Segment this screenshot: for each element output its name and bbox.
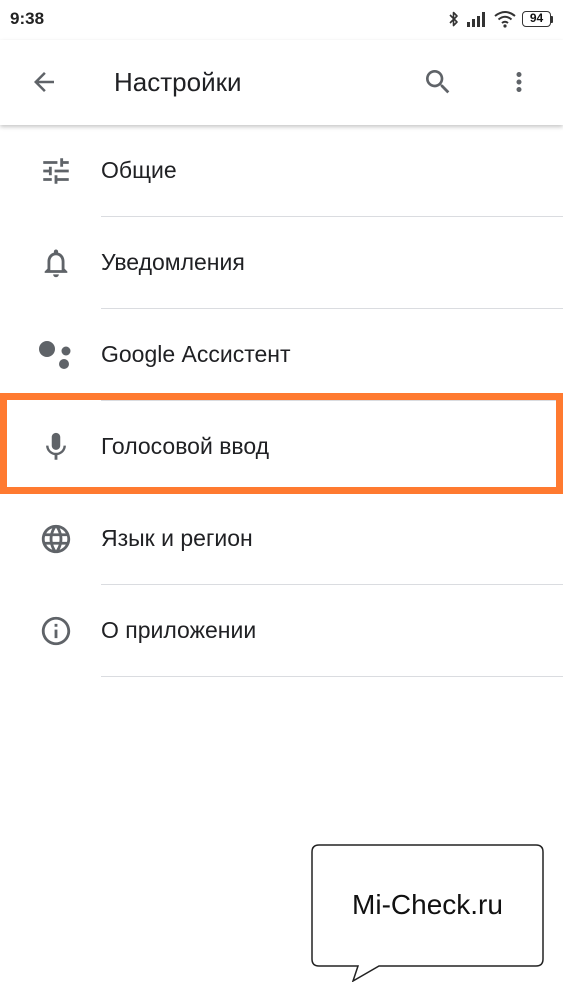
more-options-button[interactable] (495, 58, 543, 106)
more-vert-icon (516, 72, 522, 92)
settings-item-about[interactable]: О приложении (0, 585, 563, 677)
info-icon (36, 613, 76, 649)
tune-icon (36, 153, 76, 189)
page-title: Настройки (114, 67, 242, 97)
settings-item-label: О приложении (101, 617, 257, 643)
watermark-bubble: Mi-Check.ru (311, 844, 544, 982)
settings-item-google-assistant[interactable]: Google Ассистент (0, 309, 563, 401)
app-bar: Настройки (0, 40, 563, 125)
back-arrow-icon (34, 72, 54, 92)
settings-item-voice-input[interactable]: Голосовой ввод (0, 401, 563, 493)
settings-item-notifications[interactable]: Уведомления (0, 217, 563, 309)
settings-item-language-region[interactable]: Язык и регион (0, 493, 563, 585)
status-time: 9:38 (10, 9, 45, 28)
settings-item-label: Язык и регион (101, 525, 253, 551)
settings-item-label: Уведомления (101, 249, 245, 275)
divider (101, 676, 563, 677)
watermark-text: Mi-Check.ru (352, 889, 503, 920)
settings-item-label: Общие (101, 157, 177, 183)
wifi-icon (494, 11, 516, 28)
assistant-icon (36, 337, 76, 373)
search-button[interactable] (414, 58, 462, 106)
bell-icon (36, 245, 76, 281)
battery-icon: 94 (522, 11, 553, 27)
settings-item-label: Google Ассистент (101, 341, 291, 367)
globe-icon (36, 521, 76, 557)
settings-item-general[interactable]: Общие (0, 125, 563, 217)
status-icons: 94 (448, 8, 553, 30)
battery-level: 94 (522, 11, 551, 27)
settings-list: Общие Уведомления Google Ассистент Голос… (0, 125, 563, 677)
mic-icon (36, 429, 76, 465)
settings-item-label: Голосовой ввод (101, 433, 270, 459)
search-icon (426, 70, 450, 94)
signal-icon (467, 12, 485, 27)
bluetooth-icon (449, 11, 458, 27)
back-button[interactable] (20, 58, 68, 106)
status-bar: 9:38 94 (0, 0, 563, 40)
